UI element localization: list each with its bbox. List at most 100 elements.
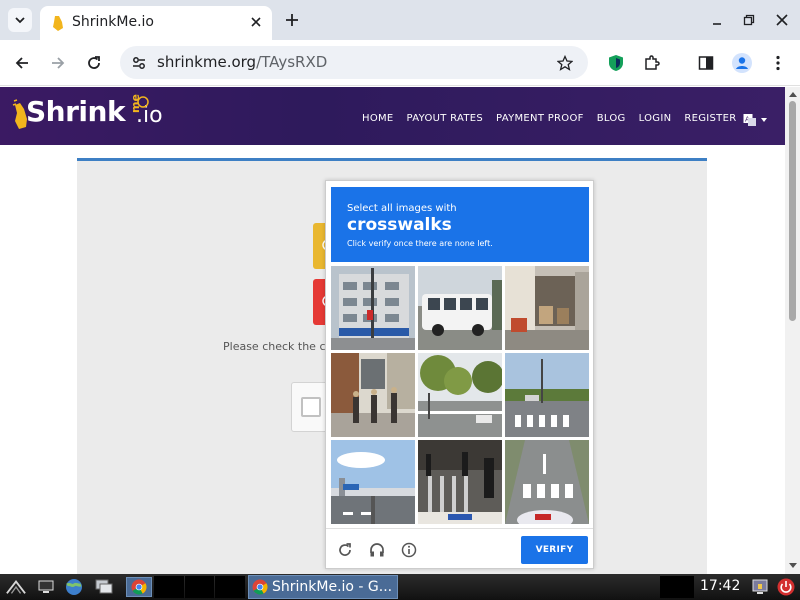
side-panel-button[interactable] [695, 52, 717, 74]
captcha-audio-button[interactable] [368, 541, 386, 559]
captcha-prompt: Select all images with [347, 203, 457, 214]
side-panel-icon [698, 56, 714, 70]
plus-icon [286, 14, 298, 26]
taskbar-chrome-window[interactable]: ShrinkMe.io - G... [248, 575, 398, 599]
tab-title: ShrinkMe.io [72, 14, 154, 30]
close-window-button[interactable] [774, 12, 790, 28]
chrome-launcher-button[interactable] [126, 577, 152, 597]
puzzle-icon [645, 55, 660, 70]
screen-lock-icon [752, 579, 768, 594]
chrome-icon [252, 579, 268, 595]
captcha-image-grid [331, 266, 589, 524]
captcha-tile-3[interactable] [505, 266, 589, 350]
caret-down-icon [761, 118, 767, 122]
profile-button[interactable] [731, 52, 753, 74]
captcha-tile-1[interactable] [331, 266, 415, 350]
logo-text[interactable]: Shrink [26, 95, 126, 128]
captcha-tile-6[interactable] [505, 353, 589, 437]
system-tray [660, 576, 694, 598]
reload-button[interactable] [83, 52, 105, 74]
chrome-icon [131, 579, 147, 595]
site-header: Shrink me .io HOME PAYOUT RATES PAYMENT … [0, 87, 785, 145]
captcha-tile-9[interactable] [505, 440, 589, 524]
tab-search-button[interactable] [8, 8, 32, 32]
scrollbar-thumb[interactable] [789, 101, 796, 321]
file-manager-button[interactable] [94, 577, 114, 597]
desktop-icon [38, 580, 54, 593]
headphones-icon [370, 543, 384, 557]
translate-icon: A [743, 114, 756, 126]
site-info-button[interactable] [128, 52, 150, 74]
captcha-tile-4[interactable] [331, 353, 415, 437]
info-icon [401, 542, 417, 558]
browser-tab-active[interactable]: ShrinkMe.io [40, 6, 272, 40]
captcha-header: Select all images with crosswalks Click … [331, 187, 589, 262]
captcha-info-button[interactable] [400, 541, 418, 559]
nav-login[interactable]: LOGIN [639, 113, 672, 124]
url-domain: shrinkme.org [157, 53, 257, 71]
taskbar-workspace-3[interactable] [215, 576, 245, 598]
captcha-challenge: Select all images with crosswalks Click … [325, 180, 594, 569]
tab-close-button[interactable] [248, 14, 264, 30]
reload-icon [339, 543, 351, 556]
captcha-tile-8[interactable] [418, 440, 502, 524]
bookmark-button[interactable] [554, 52, 576, 74]
url-text: shrinkme.org/TAysRXD [157, 53, 327, 71]
taskbar-workspace-1[interactable] [154, 576, 184, 598]
nav-payment-proof[interactable]: PAYMENT PROOF [496, 113, 584, 124]
start-menu-button[interactable] [6, 577, 26, 597]
nav-payout-rates[interactable]: PAYOUT RATES [407, 113, 483, 124]
lock-screen-button[interactable] [750, 577, 770, 597]
browser-menu-button[interactable] [767, 52, 789, 74]
language-selector[interactable]: A [743, 113, 767, 127]
taskbar-task-label: ShrinkMe.io - G... [272, 579, 393, 595]
show-desktop-button[interactable] [36, 577, 56, 597]
captcha-tile-2[interactable] [418, 266, 502, 350]
close-icon [251, 17, 261, 27]
restore-button[interactable] [741, 12, 757, 28]
minimize-button[interactable] [709, 12, 725, 28]
triangle-down-icon [788, 563, 797, 568]
extensions-button[interactable] [641, 52, 663, 74]
browser-toolbar: shrinkme.org/TAysRXD [0, 40, 800, 86]
nav-register[interactable]: REGISTER [684, 113, 736, 124]
captcha-hint: Click verify once there are none left. [347, 239, 493, 248]
kebab-menu-icon [776, 55, 780, 71]
shrinkme-favicon-icon [53, 16, 63, 31]
nav-home[interactable]: HOME [362, 113, 394, 124]
minimize-icon [713, 23, 721, 25]
shield-icon [609, 55, 623, 71]
captcha-reload-button[interactable] [336, 541, 354, 559]
captcha-verify-button[interactable]: VERIFY [521, 536, 588, 564]
restore-icon [743, 14, 755, 26]
extension-shield-button[interactable] [605, 52, 627, 74]
start-menu-icon [6, 580, 26, 594]
nav-blog[interactable]: BLOG [597, 113, 626, 124]
tab-strip: ShrinkMe.io [0, 0, 800, 40]
forward-button[interactable] [47, 52, 69, 74]
scroll-up-button[interactable] [788, 90, 797, 99]
taskbar-clock[interactable]: 17:42 [700, 578, 740, 594]
captcha-tile-5[interactable] [418, 353, 502, 437]
avatar-icon [732, 53, 752, 73]
windows-icon [95, 579, 113, 594]
recaptcha-checkbox[interactable] [301, 397, 321, 417]
taskbar-workspace-2[interactable] [185, 576, 214, 598]
star-icon [557, 55, 573, 71]
captcha-tile-7[interactable] [331, 440, 415, 524]
new-tab-button[interactable] [282, 10, 302, 30]
arrow-left-icon [15, 57, 28, 69]
reload-icon [88, 56, 100, 69]
power-button[interactable] [776, 577, 796, 597]
url-path: /TAysRXD [256, 53, 328, 71]
logo-hand-icon [137, 96, 149, 108]
back-button[interactable] [11, 52, 33, 74]
network-browser-button[interactable] [64, 577, 84, 597]
page-scrollbar[interactable] [785, 87, 800, 574]
globe-icon [66, 579, 82, 595]
address-bar[interactable]: shrinkme.org/TAysRXD [120, 46, 588, 79]
tune-icon [133, 57, 145, 69]
site-nav: HOME PAYOUT RATES PAYMENT PROOF BLOG LOG… [362, 113, 749, 124]
scroll-down-button[interactable] [788, 561, 797, 570]
os-taskbar: ShrinkMe.io - G... 17:42 [0, 574, 800, 600]
